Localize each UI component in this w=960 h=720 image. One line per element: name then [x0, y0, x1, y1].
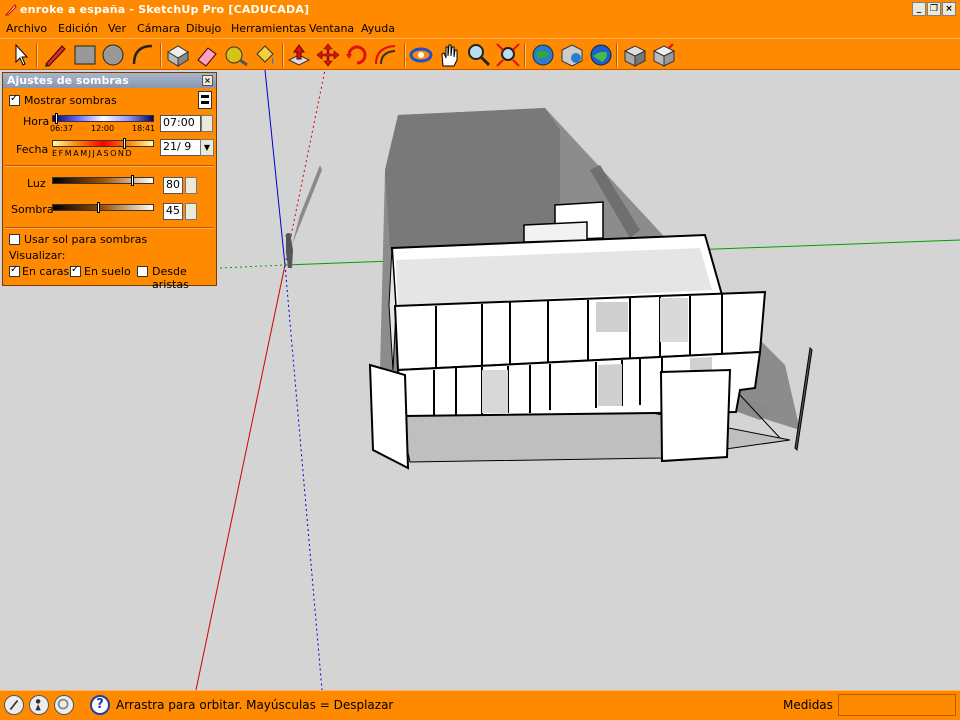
orbit-icon[interactable] [408, 42, 434, 68]
share-component-icon[interactable] [651, 42, 677, 68]
dark-slider-thumb[interactable] [96, 202, 100, 213]
window-title: enroke a españa - SketchUp Pro [CADUCADA… [20, 3, 310, 16]
push-pull-icon[interactable] [286, 42, 312, 68]
light-slider-thumb[interactable] [131, 175, 135, 186]
select-icon[interactable] [8, 42, 34, 68]
from-edges-checkbox[interactable] [137, 266, 148, 277]
dark-spinner[interactable] [185, 203, 197, 220]
month-labels: E F M A M J J A S O N D [52, 149, 132, 158]
get-components-icon[interactable] [622, 42, 648, 68]
red-axis [195, 264, 286, 690]
right-post [794, 346, 813, 452]
share-model-icon[interactable] [559, 42, 585, 68]
zoom-icon[interactable] [466, 42, 492, 68]
circle-icon[interactable] [100, 42, 126, 68]
sunrise-time: 06:37 [50, 124, 74, 133]
date-label: Fecha [16, 143, 49, 156]
use-sun-checkbox[interactable] [9, 234, 20, 245]
tape-measure-icon[interactable] [223, 42, 249, 68]
menu-ver[interactable]: Ver [108, 22, 126, 35]
measurements-input[interactable] [838, 694, 956, 716]
menu-ventana[interactable]: Ventana [309, 22, 354, 35]
main-toolbar [0, 38, 960, 70]
time-spinner[interactable] [201, 115, 213, 132]
menu-bar: Archivo Edición Ver Cámara Dibujo Herram… [0, 20, 960, 38]
green-axis-negative [219, 264, 286, 269]
zoom-extents-icon[interactable] [495, 42, 521, 68]
panel-close-button[interactable]: × [202, 75, 213, 86]
menu-archivo[interactable]: Archivo [6, 22, 47, 35]
get-models-icon[interactable] [530, 42, 556, 68]
offset-icon[interactable] [373, 42, 399, 68]
close-button[interactable]: × [942, 2, 956, 16]
google-earth-icon[interactable] [588, 42, 614, 68]
status-bar: ? Arrastra para orbitar. Mayúsculas = De… [0, 690, 960, 720]
paint-bucket-icon[interactable] [252, 42, 278, 68]
light-label: Luz [27, 177, 46, 190]
date-slider-track[interactable] [52, 140, 154, 147]
light-input[interactable]: 80 [163, 177, 183, 194]
left-wall [368, 363, 410, 470]
measurements-label: Medidas [783, 698, 833, 712]
scale-figure [285, 165, 322, 268]
restore-button[interactable]: ❐ [927, 2, 941, 16]
menu-herramientas[interactable]: Herramientas [231, 22, 306, 35]
light-slider-track[interactable] [52, 177, 154, 184]
instructor-help-icon[interactable]: ? [90, 695, 110, 715]
blue-axis [264, 70, 286, 266]
status-hint: Arrastra para orbitar. Mayúsculas = Desp… [116, 698, 394, 712]
sign-in-icon[interactable] [54, 695, 74, 715]
minimize-button[interactable]: _ [912, 2, 926, 16]
on-faces-label: En caras [22, 265, 70, 278]
sunset-time: 18:41 [132, 124, 156, 133]
dark-label: Sombra [11, 203, 54, 216]
panel-title-bar[interactable]: Ajustes de sombras × [3, 73, 216, 88]
date-input[interactable]: 21/ 9 [160, 139, 201, 156]
light-spinner[interactable] [185, 177, 197, 194]
arc-icon[interactable] [130, 42, 156, 68]
blue-axis-negative [284, 264, 323, 690]
show-shadows-label: Mostrar sombras [24, 94, 117, 107]
title-bar[interactable]: enroke a españa - SketchUp Pro [CADUCADA… [0, 0, 960, 20]
display-label: Visualizar: [9, 249, 66, 262]
expand-panel-button[interactable] [198, 91, 212, 109]
on-ground-label: En suelo [84, 265, 131, 278]
sketchup-app-icon [4, 4, 17, 16]
date-slider-thumb[interactable] [123, 138, 127, 149]
noon-time: 12:00 [91, 124, 115, 133]
menu-edicion[interactable]: Edición [58, 22, 98, 35]
front-panel [659, 368, 732, 463]
menu-dibujo[interactable]: Dibujo [186, 22, 221, 35]
pencil-icon[interactable] [42, 42, 68, 68]
rectangle-icon[interactable] [72, 42, 98, 68]
use-sun-label: Usar sol para sombras [24, 233, 148, 246]
date-dropdown-arrow-icon[interactable]: ▼ [200, 139, 214, 156]
credits-icon[interactable] [29, 695, 49, 715]
geo-location-icon[interactable] [4, 695, 24, 715]
menu-ayuda[interactable]: Ayuda [361, 22, 395, 35]
show-shadows-checkbox[interactable] [9, 93, 20, 106]
time-slider-thumb[interactable] [54, 113, 58, 124]
panel-title: Ajustes de sombras [7, 74, 129, 87]
make-component-icon[interactable] [165, 42, 191, 68]
eraser-icon[interactable] [194, 42, 220, 68]
dark-input[interactable]: 45 [163, 203, 183, 220]
time-input[interactable]: 07:00 [160, 115, 201, 132]
shadow-settings-panel: Ajustes de sombras × Mostrar sombras Hor… [2, 72, 217, 291]
on-ground-checkbox[interactable] [70, 264, 81, 277]
dark-slider-track[interactable] [52, 204, 154, 211]
rotate-icon[interactable] [344, 42, 370, 68]
menu-camara[interactable]: Cámara [137, 22, 180, 35]
from-edges-label: Desde aristas [152, 265, 189, 291]
time-label: Hora [23, 115, 50, 128]
on-faces-checkbox[interactable] [9, 264, 20, 277]
pan-icon[interactable] [437, 42, 463, 68]
move-icon[interactable] [315, 42, 341, 68]
time-slider-track[interactable] [52, 115, 154, 122]
